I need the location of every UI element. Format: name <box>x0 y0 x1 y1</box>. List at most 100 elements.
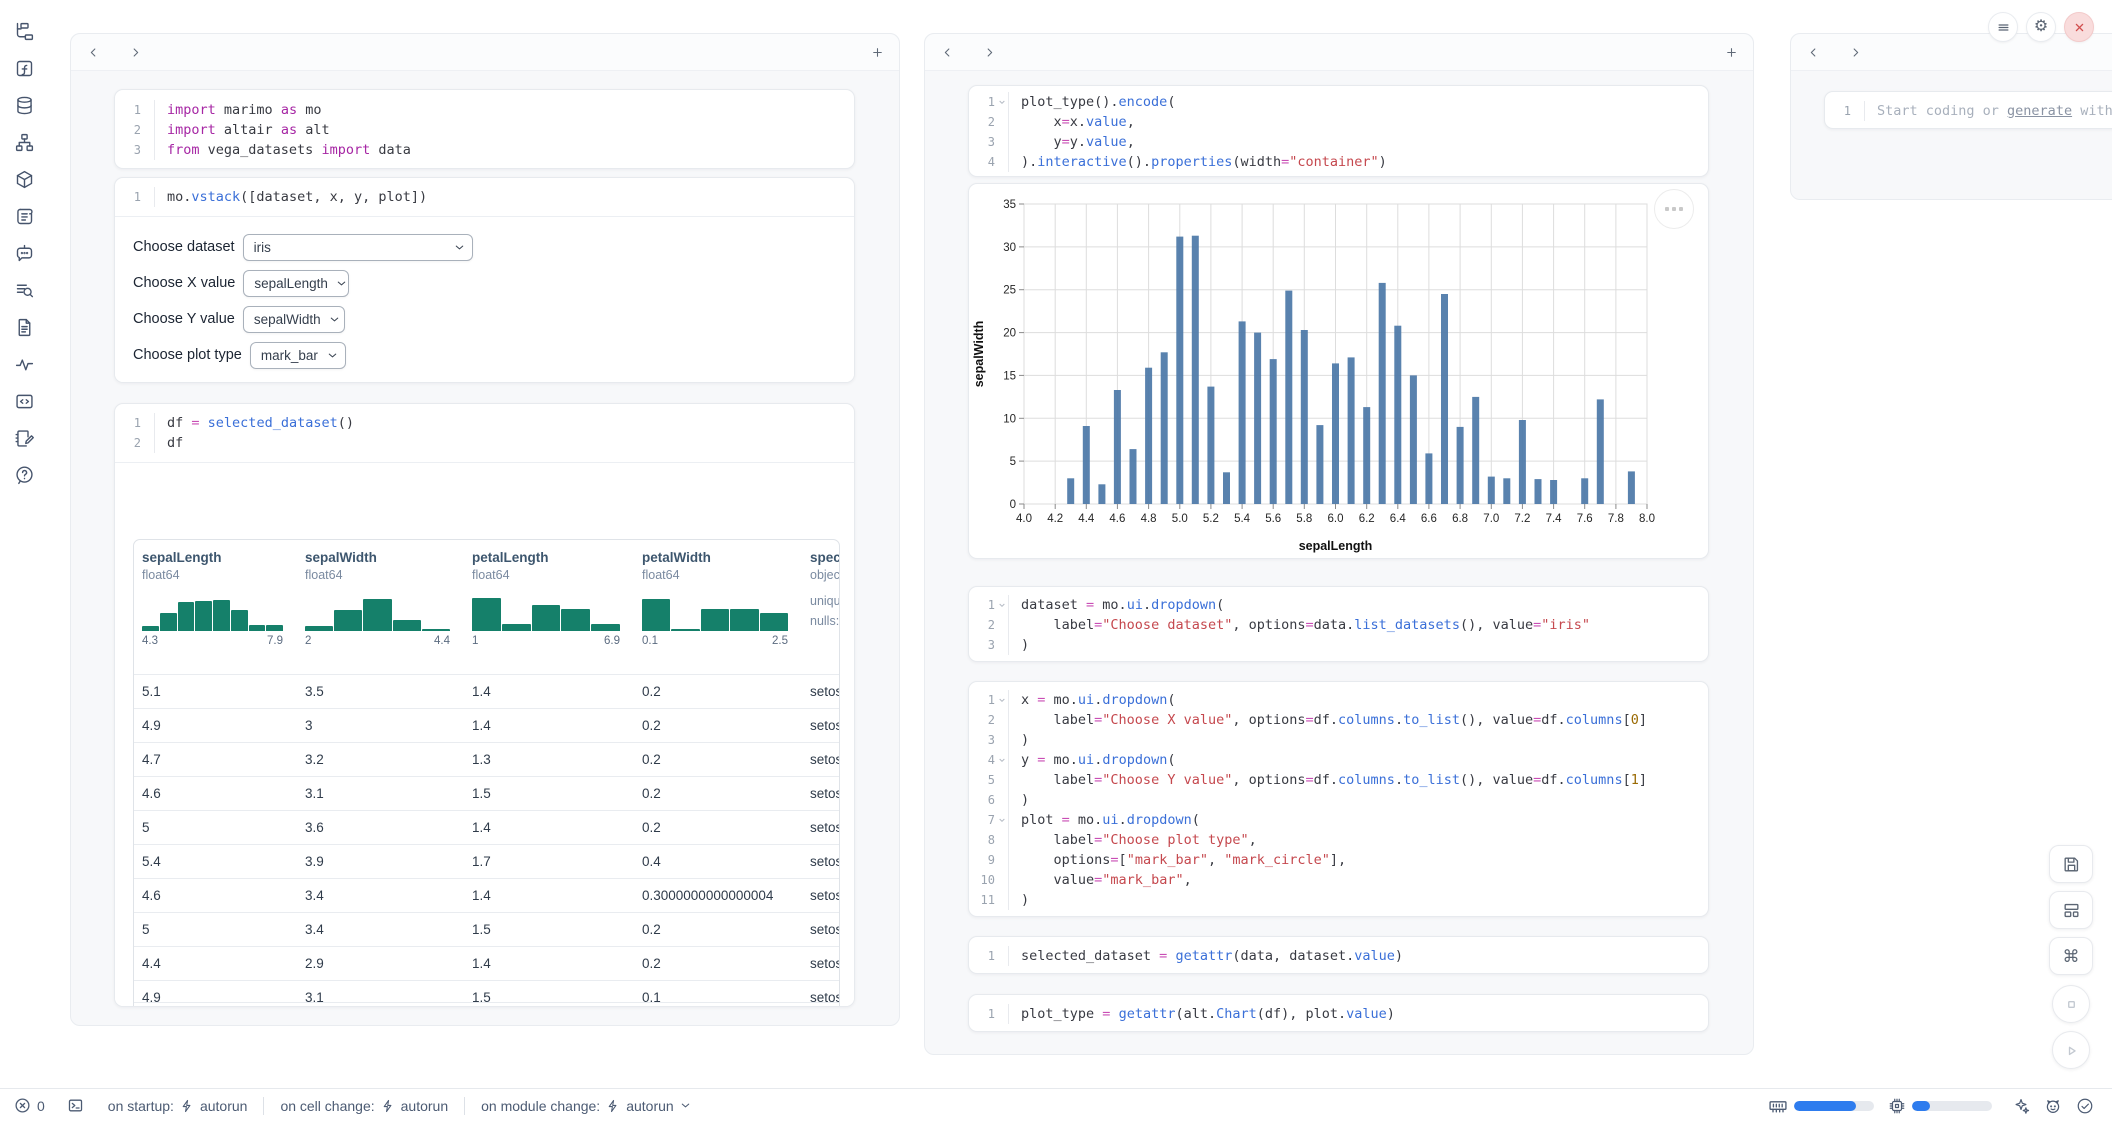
plot-encode-code-cell[interactable]: 1plot_type().encode(2 x=x.value,3 y=y.va… <box>968 85 1709 177</box>
code-line[interactable]: 3) <box>969 730 1708 750</box>
table-row[interactable]: 4.931.40.2setosa <box>134 708 839 742</box>
plot-type-select[interactable]: mark_bar <box>250 342 346 369</box>
code-line[interactable]: 2import altair as alt <box>115 120 854 140</box>
save-button[interactable] <box>2049 845 2093 883</box>
table-column-header[interactable]: petalLengthfloat6416.9 <box>464 540 634 674</box>
ram-usage[interactable] <box>1768 1096 1874 1116</box>
code-line[interactable]: 3 y=y.value, <box>969 132 1708 152</box>
table-row[interactable]: 4.63.41.40.3000000000000004setosa <box>134 878 839 912</box>
code-line[interactable]: 4).interactive().properties(width="conta… <box>969 152 1708 172</box>
packages-icon[interactable] <box>13 168 35 190</box>
dataset-dropdown-code-cell[interactable]: 1dataset = mo.ui.dropdown(2 label="Choos… <box>968 586 1709 662</box>
copilot-button[interactable] <box>2044 1097 2062 1115</box>
scratchpad-icon[interactable] <box>13 205 35 227</box>
chart-menu-button[interactable] <box>1654 189 1694 229</box>
layout-button[interactable] <box>2049 891 2093 929</box>
y-value-select[interactable]: sepalWidth <box>243 306 345 333</box>
notebook-icon[interactable] <box>13 427 35 449</box>
dataframe-code-cell[interactable]: 1df = selected_dataset()2dfsepalLengthfl… <box>114 403 855 1007</box>
dataset-select[interactable]: iris <box>243 234 473 261</box>
code-line[interactable]: 2 label="Choose X value", options=df.col… <box>969 710 1708 730</box>
help-icon[interactable] <box>13 464 35 486</box>
code-line[interactable]: 11) <box>969 890 1708 910</box>
code-line[interactable]: 8 label="Choose plot type", <box>969 830 1708 850</box>
code-line[interactable]: 2df <box>115 433 854 453</box>
code-line[interactable]: 1dataset = mo.ui.dropdown( <box>969 595 1708 615</box>
fold-chevron-icon[interactable] <box>995 750 1008 770</box>
column-next-button[interactable] <box>979 42 999 62</box>
code-line[interactable]: 1import marimo as mo <box>115 100 854 120</box>
code-line[interactable]: 2 label="Choose dataset", options=data.l… <box>969 615 1708 635</box>
code-line[interactable]: 4y = mo.ui.dropdown( <box>969 750 1708 770</box>
connection-status-button[interactable] <box>2076 1097 2094 1115</box>
generate-with-ai-link[interactable]: generate <box>2007 103 2072 119</box>
column-next-button[interactable] <box>125 42 145 62</box>
documentation-icon[interactable] <box>13 316 35 338</box>
code-line[interactable]: 2 x=x.value, <box>969 112 1708 132</box>
add-column-button[interactable] <box>867 42 887 62</box>
run-button[interactable] <box>2052 1031 2090 1069</box>
xy-plot-dropdowns-code-cell[interactable]: 1x = mo.ui.dropdown(2 label="Choose X va… <box>968 681 1709 917</box>
column-prev-button[interactable] <box>1803 42 1823 62</box>
run-mode-1[interactable]: on cell change:autorun <box>280 1098 448 1114</box>
table-row[interactable]: 4.42.91.40.2setosa <box>134 946 839 980</box>
settings-button[interactable]: ⚙ <box>2026 12 2056 42</box>
logs-icon[interactable] <box>13 279 35 301</box>
command-button[interactable]: ⌘ <box>2049 937 2093 975</box>
code-placeholder[interactable]: Start coding or generate with <box>1864 101 2112 121</box>
fold-chevron-icon[interactable] <box>995 92 1008 112</box>
stop-button[interactable] <box>2052 985 2090 1023</box>
menu-button[interactable] <box>1988 12 2018 42</box>
selected-dataset-code-cell[interactable]: 1selected_dataset = getattr(data, datase… <box>968 936 1709 974</box>
snippets-icon[interactable] <box>13 390 35 412</box>
code-line[interactable]: 3from vega_datasets import data <box>115 140 854 160</box>
chart-output-cell[interactable]: 4.04.24.44.64.85.05.25.45.65.86.06.26.46… <box>968 183 1709 559</box>
table-column-header[interactable]: speciesobjectuniquenulls: <box>802 540 840 674</box>
table-column-header[interactable]: petalWidthfloat640.12.5 <box>634 540 802 674</box>
fold-chevron-icon[interactable] <box>995 595 1008 615</box>
code-line[interactable]: 6) <box>969 790 1708 810</box>
code-line[interactable]: 1mo.vstack([dataset, x, y, plot]) <box>115 187 854 207</box>
code-line[interactable]: 5 label="Choose Y value", options=df.col… <box>969 770 1708 790</box>
vstack-code-cell[interactable]: 1mo.vstack([dataset, x, y, plot])Choose … <box>114 177 855 383</box>
code-line[interactable]: 7plot = mo.ui.dropdown( <box>969 810 1708 830</box>
table-row[interactable]: 4.73.21.30.2setosa <box>134 742 839 776</box>
file-tree-icon[interactable] <box>13 20 35 42</box>
run-mode-0[interactable]: on startup:autorun <box>108 1098 248 1114</box>
cpu-usage[interactable] <box>1888 1097 1992 1115</box>
x-value-select[interactable]: sepalLength <box>243 270 349 297</box>
code-line[interactable]: 3) <box>969 635 1708 655</box>
ai-assist-button[interactable] <box>2012 1097 2030 1115</box>
empty-code-cell[interactable]: 1 Start coding or generate with <box>1824 91 2112 129</box>
code-line[interactable]: 1df = selected_dataset() <box>115 413 854 433</box>
table-row[interactable]: 53.61.40.2setosa <box>134 810 839 844</box>
table-row[interactable]: 5.13.51.40.2setosa <box>134 674 839 708</box>
database-icon[interactable] <box>13 94 35 116</box>
table-row[interactable]: 4.63.11.50.2setosa <box>134 776 839 810</box>
column-prev-button[interactable] <box>937 42 957 62</box>
table-row[interactable]: 5.43.91.70.4setosa <box>134 844 839 878</box>
column-next-button[interactable] <box>1845 42 1865 62</box>
add-column-button[interactable] <box>1721 42 1741 62</box>
code-line[interactable]: 10 value="mark_bar", <box>969 870 1708 890</box>
terminal-button[interactable] <box>67 1097 84 1114</box>
column-prev-button[interactable] <box>83 42 103 62</box>
functions-icon[interactable] <box>13 57 35 79</box>
code-line[interactable]: 1plot_type = getattr(alt.Chart(df), plot… <box>969 1004 1708 1024</box>
error-count[interactable]: 0 <box>14 1097 45 1114</box>
code-line[interactable]: 9 options=["mark_bar", "mark_circle"], <box>969 850 1708 870</box>
table-column-header[interactable]: sepalWidthfloat6424.4 <box>297 540 464 674</box>
ai-chat-icon[interactable] <box>13 242 35 264</box>
run-mode-2[interactable]: on module change:autorun <box>481 1098 691 1114</box>
code-line[interactable]: 1x = mo.ui.dropdown( <box>969 690 1708 710</box>
bar-chart[interactable]: 4.04.24.44.64.85.05.25.45.65.86.06.26.46… <box>969 184 1708 558</box>
table-row[interactable]: 53.41.50.2setosa <box>134 912 839 946</box>
plot-type-code-cell[interactable]: 1plot_type = getattr(alt.Chart(df), plot… <box>968 994 1709 1032</box>
close-button[interactable] <box>2064 12 2094 42</box>
fold-chevron-icon[interactable] <box>995 810 1008 830</box>
code-line[interactable]: 1plot_type().encode( <box>969 92 1708 112</box>
code-line[interactable]: 1selected_dataset = getattr(data, datase… <box>969 946 1708 966</box>
dependency-graph-icon[interactable] <box>13 131 35 153</box>
imports-code-cell[interactable]: 1import marimo as mo2import altair as al… <box>114 89 855 169</box>
tracing-icon[interactable] <box>13 353 35 375</box>
